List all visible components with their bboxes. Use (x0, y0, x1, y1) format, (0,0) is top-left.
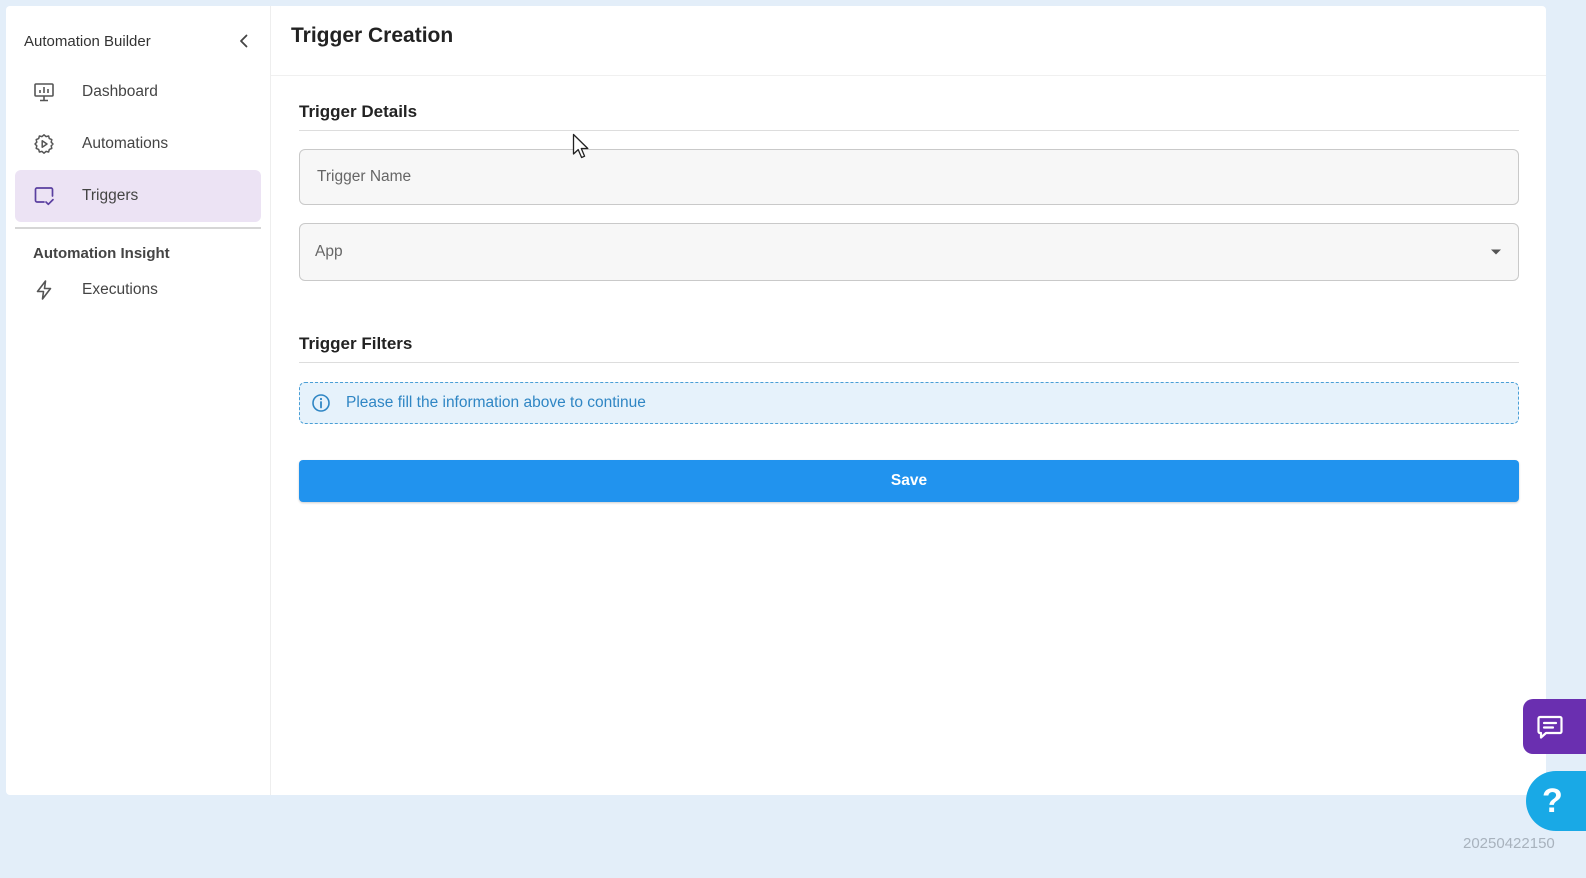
sidebar-item-label: Dashboard (82, 83, 158, 100)
mouse-cursor-icon (572, 133, 589, 159)
gear-play-icon (32, 132, 56, 156)
sidebar-item-automations[interactable]: Automations (15, 118, 261, 170)
info-alert: Please fill the information above to con… (299, 382, 1519, 424)
trigger-name-field[interactable] (299, 149, 1519, 205)
monitor-check-icon (32, 184, 56, 208)
insight-nav: Executions (6, 264, 270, 316)
trigger-details-heading: Trigger Details (299, 102, 1519, 131)
main-content: Trigger Creation Trigger Details App Tri… (271, 6, 1546, 795)
collapse-sidebar-button[interactable] (232, 29, 256, 53)
help-widget-button[interactable]: ? (1526, 771, 1586, 831)
chat-icon (1537, 715, 1563, 739)
section-label-automation-insight: Automation Insight (33, 245, 170, 262)
sidebar-item-dashboard[interactable]: Dashboard (15, 66, 261, 118)
trigger-name-input[interactable] (315, 167, 1518, 187)
app-select-label: App (315, 243, 343, 260)
sidebar-divider (15, 227, 261, 229)
chat-widget-button[interactable] (1523, 699, 1586, 754)
sidebar: Automation Builder Dashboard Automations… (6, 6, 271, 795)
trigger-form: Trigger Details App Trigger Filters (271, 76, 1546, 502)
info-alert-text: Please fill the information above to con… (346, 394, 646, 411)
sidebar-item-executions[interactable]: Executions (15, 264, 261, 316)
main-header: Trigger Creation (271, 6, 1546, 76)
sidebar-nav: Dashboard Automations Triggers (6, 66, 270, 222)
version-text: 20250422150 (1463, 835, 1555, 852)
dashboard-monitor-icon (32, 80, 56, 104)
sidebar-item-label: Executions (82, 281, 158, 298)
sidebar-header: Automation Builder (6, 26, 270, 56)
page-title: Trigger Creation (291, 23, 454, 47)
trigger-filters-heading: Trigger Filters (299, 334, 1519, 363)
sidebar-item-label: Triggers (82, 187, 139, 204)
app-select[interactable]: App (299, 223, 1519, 281)
sidebar-item-label: Automations (82, 135, 169, 152)
caret-down-icon (1491, 249, 1501, 255)
save-button[interactable]: Save (299, 460, 1519, 502)
sidebar-item-triggers[interactable]: Triggers (15, 170, 261, 222)
chevron-left-icon (240, 34, 248, 48)
app-window: Automation Builder Dashboard Automations… (6, 6, 1546, 795)
question-mark-icon: ? (1542, 781, 1563, 820)
sidebar-title: Automation Builder (24, 32, 151, 50)
info-icon (311, 393, 331, 413)
lightning-icon (32, 278, 56, 302)
